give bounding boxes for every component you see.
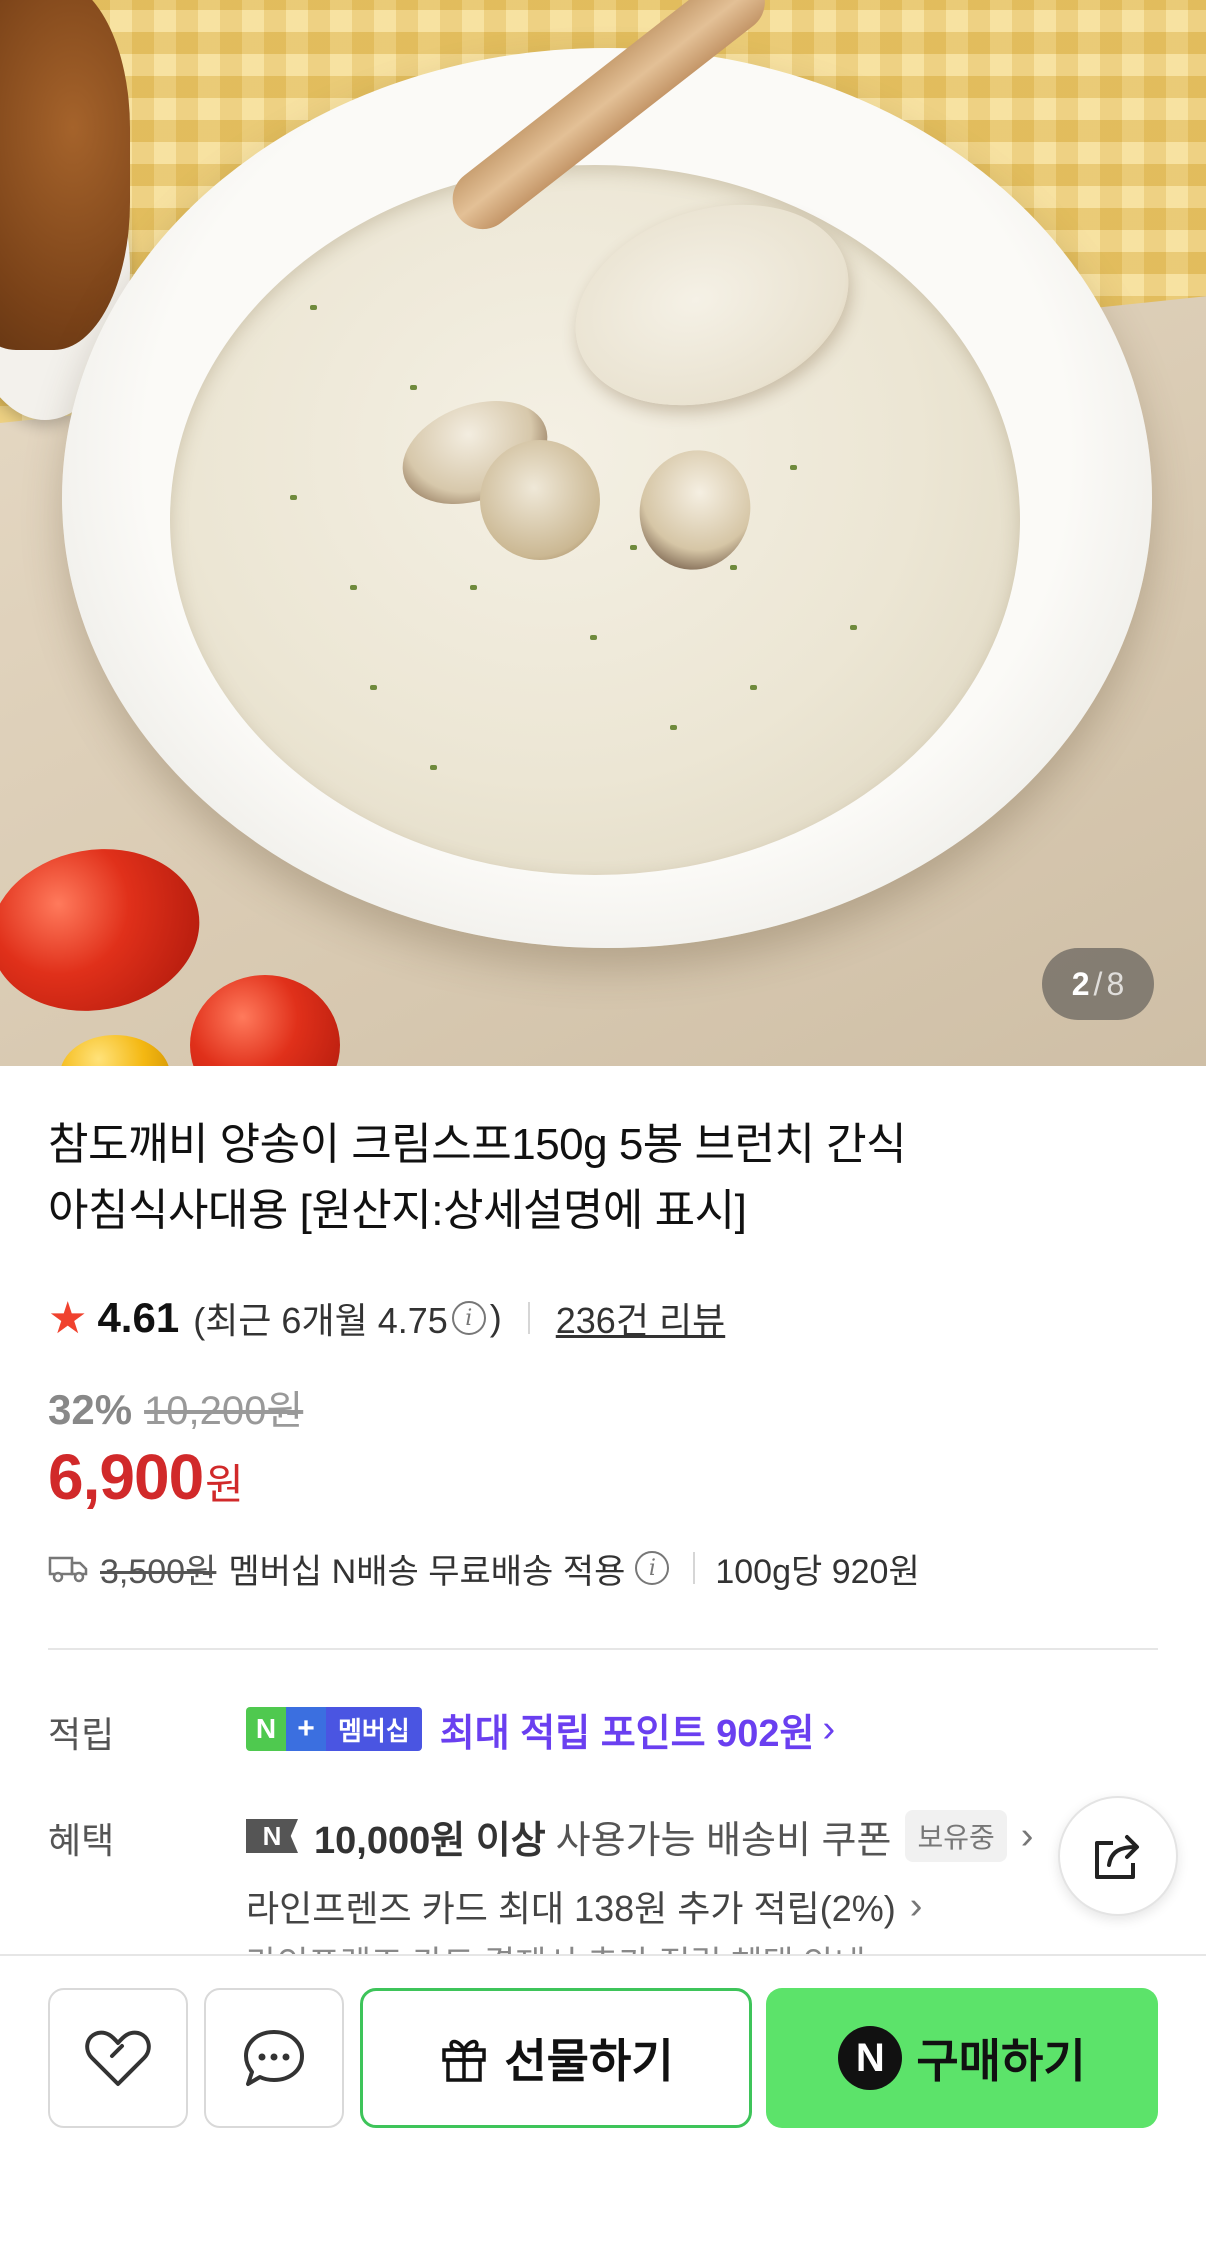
share-button[interactable] [1058,1796,1178,1916]
chat-bubble-icon [244,2030,304,2086]
coupon-amount: 10,000원 이상 [314,1819,546,1862]
chevron-right-icon: › [1020,1814,1034,1857]
heart-icon [85,2030,151,2086]
buy-button[interactable]: N 구매하기 [766,1988,1158,2128]
owned-badge: 보유중 [905,1810,1007,1862]
coupon-benefit[interactable]: N 10,000원 이상 사용가능 배송비 쿠폰 보유중 › [246,1806,1033,1866]
product-image[interactable]: 2 / 8 [0,0,1206,1066]
review-link[interactable]: 236건 리뷰 [556,1292,725,1344]
sale-price-unit: 원 [205,1461,244,1508]
rating-row: ★ 4.61 (최근 6개월 4.75 i ) 236건 리뷰 [48,1290,725,1346]
unit-price: 100g당 920원 [715,1552,920,1591]
info-icon[interactable]: i [451,1301,486,1335]
image-counter: 2 / 8 [1042,948,1154,1020]
discount-percent: 32% [48,1386,133,1433]
section-divider [48,1648,1158,1650]
star-icon: ★ [48,1293,88,1343]
card-benefit-text: 라인프렌즈 카드 최대 138원 추가 적립(2%) [246,1888,896,1929]
recent-rating: (최근 6개월 4.75 [193,1300,448,1341]
coupon-text: 사용가능 배송비 쿠폰 [555,1819,892,1862]
mushroom-slice [480,440,600,560]
discount-row: 32% 10,200원 [48,1378,303,1436]
naver-pay-icon: N [838,2026,903,2090]
nplus-membership-badge: N + 멤버십 [246,1707,422,1751]
truck-icon [48,1556,88,1583]
chat-button[interactable] [204,1988,344,2128]
original-shipping-fee: 3,500원 [100,1552,217,1591]
divider [527,1302,530,1334]
gift-icon [442,2039,487,2082]
chevron-right-icon: › [822,1707,836,1750]
card-benefit[interactable]: 라인프렌즈 카드 최대 138원 추가 적립(2%) › [246,1878,922,1934]
shipping-text: 멤버십 N배송 무료배송 적용 [228,1552,626,1591]
shipping-row: 3,500원 멤버십 N배송 무료배송 적용 i 100g당 920원 [48,1540,920,1596]
wishlist-button[interactable] [48,1988,188,2128]
divider [693,1552,696,1584]
chevron-right-icon: › [909,1884,923,1927]
product-title: 참도깨비 양송이 크림스프150g 5봉 브런치 간식 아침식사대용 [원산지:… [48,1112,1098,1244]
image-index: 2 [1071,965,1090,1002]
n-coupon-icon: N [246,1819,298,1853]
sale-price: 6,900 [48,1441,204,1513]
original-price: 10,200원 [144,1389,304,1433]
info-icon[interactable]: i [635,1551,670,1585]
title-line-1: 참도깨비 양송이 크림스프150g 5봉 브런치 간식 [48,1120,907,1169]
bottom-action-bar: 선물하기 N 구매하기 [0,1954,1206,2264]
image-total: 8 [1106,965,1125,1002]
points-row[interactable]: N + 멤버십 최대 적립 포인트 902원 › [246,1700,835,1758]
gift-label: 선물하기 [504,2035,674,2087]
buy-label: 구매하기 [916,2035,1086,2087]
benefits-label: 혜택 [48,1820,115,1861]
max-points-text: 최대 적립 포인트 902원 [439,1712,815,1755]
rating-value: 4.61 [97,1294,180,1341]
title-line-2: 아침식사대용 [원산지:상세설명에 표시] [48,1186,747,1235]
image-separator: / [1093,965,1103,1002]
membership-label: 멤버십 [326,1707,422,1751]
plus-icon: + [286,1707,326,1751]
share-icon [1095,1835,1139,1879]
partial-benefit-text: 라인프렌즈 카드 결제시 추가 적립 혜택 안내 [246,1936,1006,1956]
n-logo-icon: N [246,1707,286,1751]
bread-slice [0,0,130,350]
gift-button[interactable]: 선물하기 [360,1988,752,2128]
recent-rating-close: ) [489,1297,502,1338]
points-label: 적립 [48,1714,115,1755]
sale-price-row: 6,900 원 [48,1440,244,1514]
